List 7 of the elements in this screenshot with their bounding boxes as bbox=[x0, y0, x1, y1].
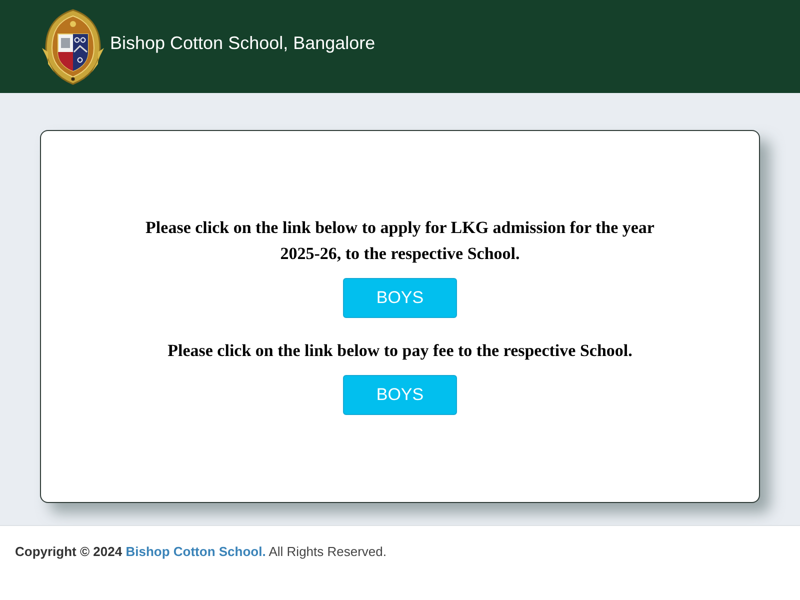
school-link[interactable]: Bishop Cotton School. bbox=[126, 544, 266, 559]
instruction-text: Please click on the link below to pay fee to the respective School. bbox=[166, 340, 634, 362]
boys-link-button[interactable]: BOYS bbox=[343, 374, 457, 414]
boys-link-button[interactable]: BOYS bbox=[343, 278, 457, 318]
instruction-text: Please click on the link below to apply for LKG admission for the year 2025-26, to the respective School. bbox=[144, 216, 656, 265]
copyright-notice: Copyright © 2024 Bishop Cotton School. All Rights Reserved. bbox=[15, 543, 388, 561]
school-name-title: Bishop Cotton School, Bangalore bbox=[110, 33, 376, 54]
